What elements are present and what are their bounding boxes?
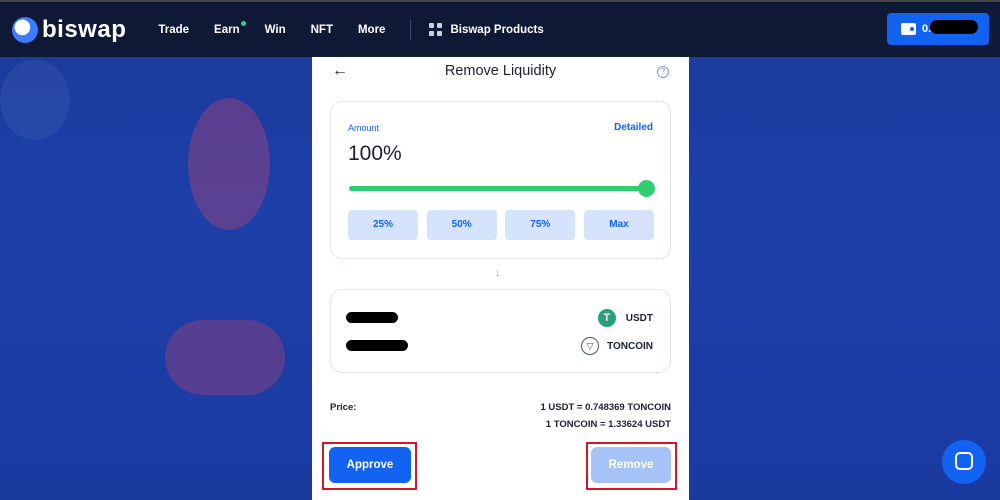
output-tokens-card: T USDT ▽ TONCOIN	[330, 289, 671, 373]
redacted-amount	[346, 340, 408, 351]
nav-item-nft[interactable]: NFT	[311, 24, 333, 36]
preset-25-button[interactable]: 25%	[348, 210, 418, 240]
biswap-products-menu[interactable]: Biswap Products	[429, 23, 544, 36]
amount-slider-thumb[interactable]	[638, 180, 655, 197]
token-symbol: TONCOIN	[607, 340, 653, 352]
price-rate-toncoin-usdt: 1 TONCOIN = 1.33624 USDT	[545, 419, 671, 430]
amount-card: Amount Detailed 100% 25% 50% 75% Max	[330, 101, 671, 259]
page-title: Remove Liquidity	[444, 63, 557, 79]
arrow-down-icon: ↓	[495, 267, 501, 279]
token-row-toncoin: ▽ TONCOIN	[581, 337, 653, 355]
amount-slider-track[interactable]	[349, 186, 646, 191]
toncoin-icon: ▽	[581, 337, 600, 355]
approve-button[interactable]: Approve	[329, 447, 411, 483]
redacted-amount	[346, 312, 398, 323]
preset-max-button[interactable]: Max	[583, 210, 654, 240]
tether-icon: T	[597, 309, 616, 327]
detailed-toggle-link[interactable]: Detailed	[614, 122, 653, 133]
grid-icon	[429, 23, 443, 36]
amount-label: Amount	[348, 123, 380, 133]
price-rate-usdt-toncoin: 1 USDT = 0.748369 TONCOIN	[540, 402, 671, 413]
panel-header: ← Remove Liquidity ?	[312, 57, 689, 87]
chat-icon	[955, 452, 973, 470]
nav-item-more[interactable]: More	[358, 24, 385, 36]
brand-logo[interactable]: biswap	[12, 16, 126, 44]
background-decoration	[0, 60, 70, 140]
price-label: Price:	[330, 402, 357, 413]
amount-percent-value: 100%	[348, 142, 402, 165]
main-nav: Trade Earn Win NFT More Biswap Products	[158, 19, 544, 40]
preset-50-button[interactable]: 50%	[426, 210, 497, 240]
background-decoration	[188, 98, 270, 230]
token-row-usdt: T USDT	[597, 309, 653, 327]
preset-75-button[interactable]: 75%	[505, 210, 576, 240]
support-chat-button[interactable]	[942, 440, 986, 484]
remove-button[interactable]: Remove	[591, 447, 671, 483]
nav-item-win[interactable]: Win	[265, 24, 286, 36]
wallet-icon	[901, 23, 916, 35]
nav-item-label: Earn	[214, 23, 240, 36]
redacted-wallet-balance	[930, 20, 978, 34]
brand-name: biswap	[42, 15, 127, 43]
background-decoration	[165, 320, 285, 395]
notification-dot	[240, 20, 246, 26]
help-icon[interactable]: ?	[657, 66, 669, 78]
nav-divider	[410, 19, 412, 40]
remove-liquidity-panel: ← Remove Liquidity ? Amount Detailed 100…	[312, 57, 689, 500]
token-symbol: USDT	[625, 312, 653, 324]
biswap-bird-icon	[12, 16, 38, 43]
nav-item-trade[interactable]: Trade	[158, 24, 189, 36]
products-label: Biswap Products	[450, 23, 544, 36]
top-navigation-bar: biswap Trade Earn Win NFT More Biswap Pr…	[0, 0, 1000, 57]
nav-item-earn[interactable]: Earn	[214, 20, 246, 36]
percent-preset-row: 25% 50% 75% Max	[348, 210, 654, 240]
